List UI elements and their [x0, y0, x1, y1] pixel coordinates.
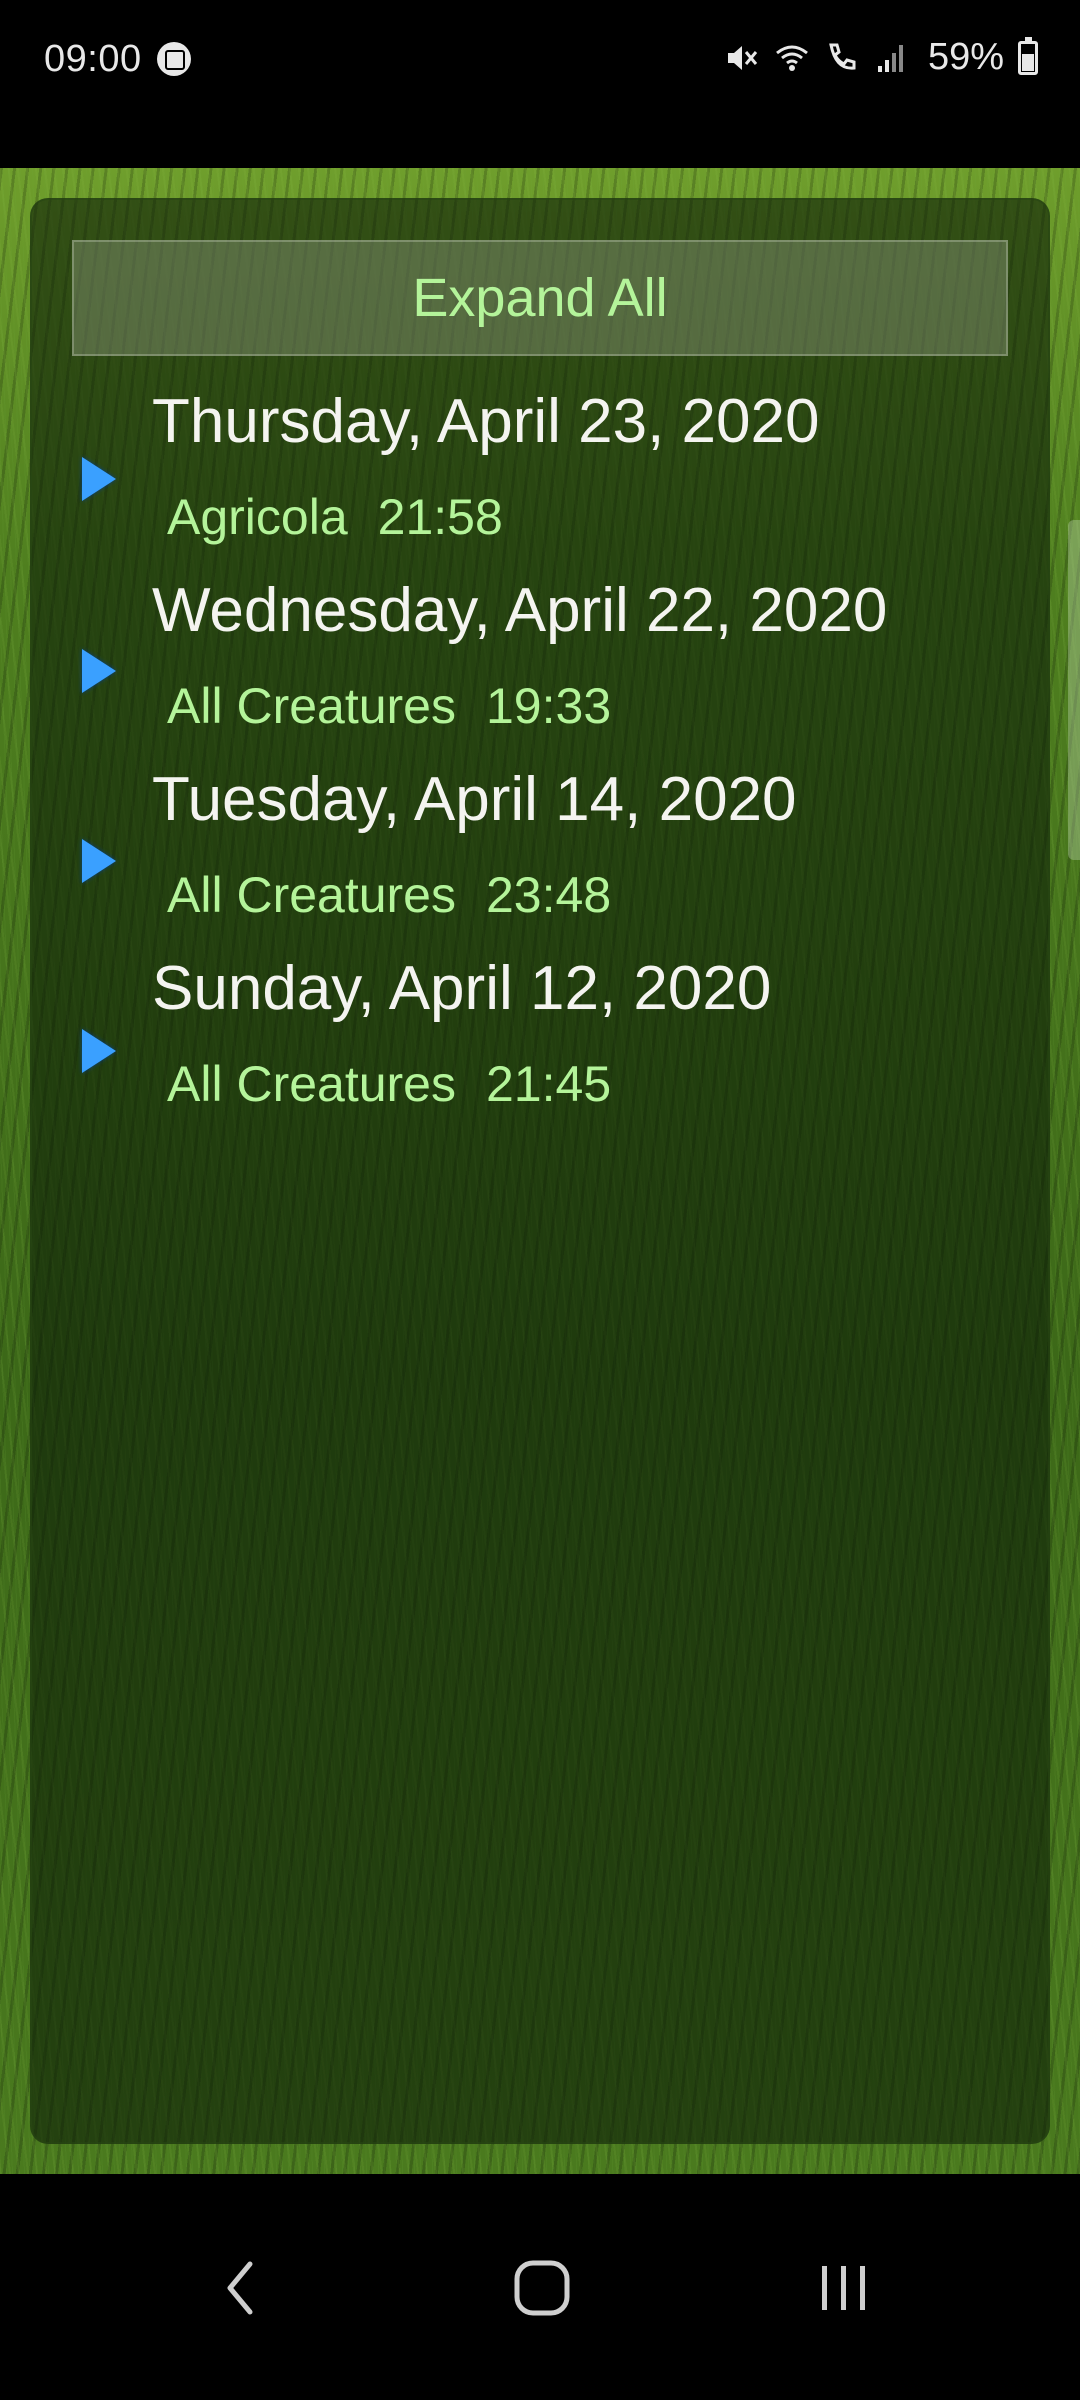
play-time: 21:45: [486, 1056, 612, 1112]
date-group-row[interactable]: Thursday, April 23, 2020 Agricola 21:58: [32, 386, 1032, 576]
mute-icon: [727, 45, 758, 70]
group-summary: All Creatures 21:45: [167, 1055, 611, 1113]
home-icon: [514, 2260, 570, 2316]
date-group-row[interactable]: Sunday, April 12, 2020 All Creatures 21:4…: [32, 953, 1032, 1143]
expand-arrow-icon[interactable]: [82, 839, 116, 883]
play-time: 19:33: [486, 678, 612, 734]
game-name: All Creatures: [167, 678, 456, 734]
scroll-indicator[interactable]: [1068, 520, 1080, 860]
home-button[interactable]: [492, 2238, 592, 2338]
app-notification-icon: [157, 42, 191, 76]
wifi-calling-icon: [829, 43, 856, 70]
expand-arrow-icon[interactable]: [82, 649, 116, 693]
wifi-icon: [776, 45, 808, 71]
expand-arrow-icon[interactable]: [82, 457, 116, 501]
status-time: 09:00: [44, 38, 142, 80]
recents-icon: [822, 2266, 865, 2310]
game-name: Agricola: [167, 489, 348, 545]
battery-icon: [1018, 36, 1038, 75]
back-button[interactable]: [190, 2238, 290, 2338]
signal-icon: [877, 44, 903, 72]
group-summary: Agricola 21:58: [167, 488, 503, 546]
date-group-row[interactable]: Wednesday, April 22, 2020 All Creatures 1…: [32, 575, 1032, 765]
battery-fill: [1022, 53, 1034, 71]
play-time: 23:48: [486, 867, 612, 923]
group-date: Thursday, April 23, 2020: [152, 387, 820, 456]
status-icons: 59%: [724, 36, 1038, 79]
group-date: Tuesday, April 14, 2020: [152, 765, 797, 834]
group-summary: All Creatures 23:48: [167, 866, 611, 924]
recents-button[interactable]: [794, 2238, 894, 2338]
status-bar: 09:00 59%: [0, 0, 1080, 168]
group-summary: All Creatures 19:33: [167, 677, 611, 735]
back-icon: [227, 2261, 253, 2315]
expand-all-button[interactable]: Expand All: [72, 240, 1008, 356]
navigation-bar: [0, 2174, 1080, 2400]
game-name: All Creatures: [167, 867, 456, 923]
game-name: All Creatures: [167, 1056, 456, 1112]
grass-background: Expand All Thursday, April 23, 2020 Agri…: [0, 168, 1080, 2174]
expand-arrow-icon[interactable]: [82, 1029, 116, 1073]
group-date: Wednesday, April 22, 2020: [152, 576, 888, 645]
date-group-row[interactable]: Tuesday, April 14, 2020 All Creatures 23:…: [32, 764, 1032, 954]
group-date: Sunday, April 12, 2020: [152, 954, 772, 1023]
play-time: 21:58: [377, 489, 503, 545]
plays-panel: Expand All Thursday, April 23, 2020 Agri…: [30, 198, 1050, 2144]
battery-percent: 59%: [927, 36, 1004, 78]
